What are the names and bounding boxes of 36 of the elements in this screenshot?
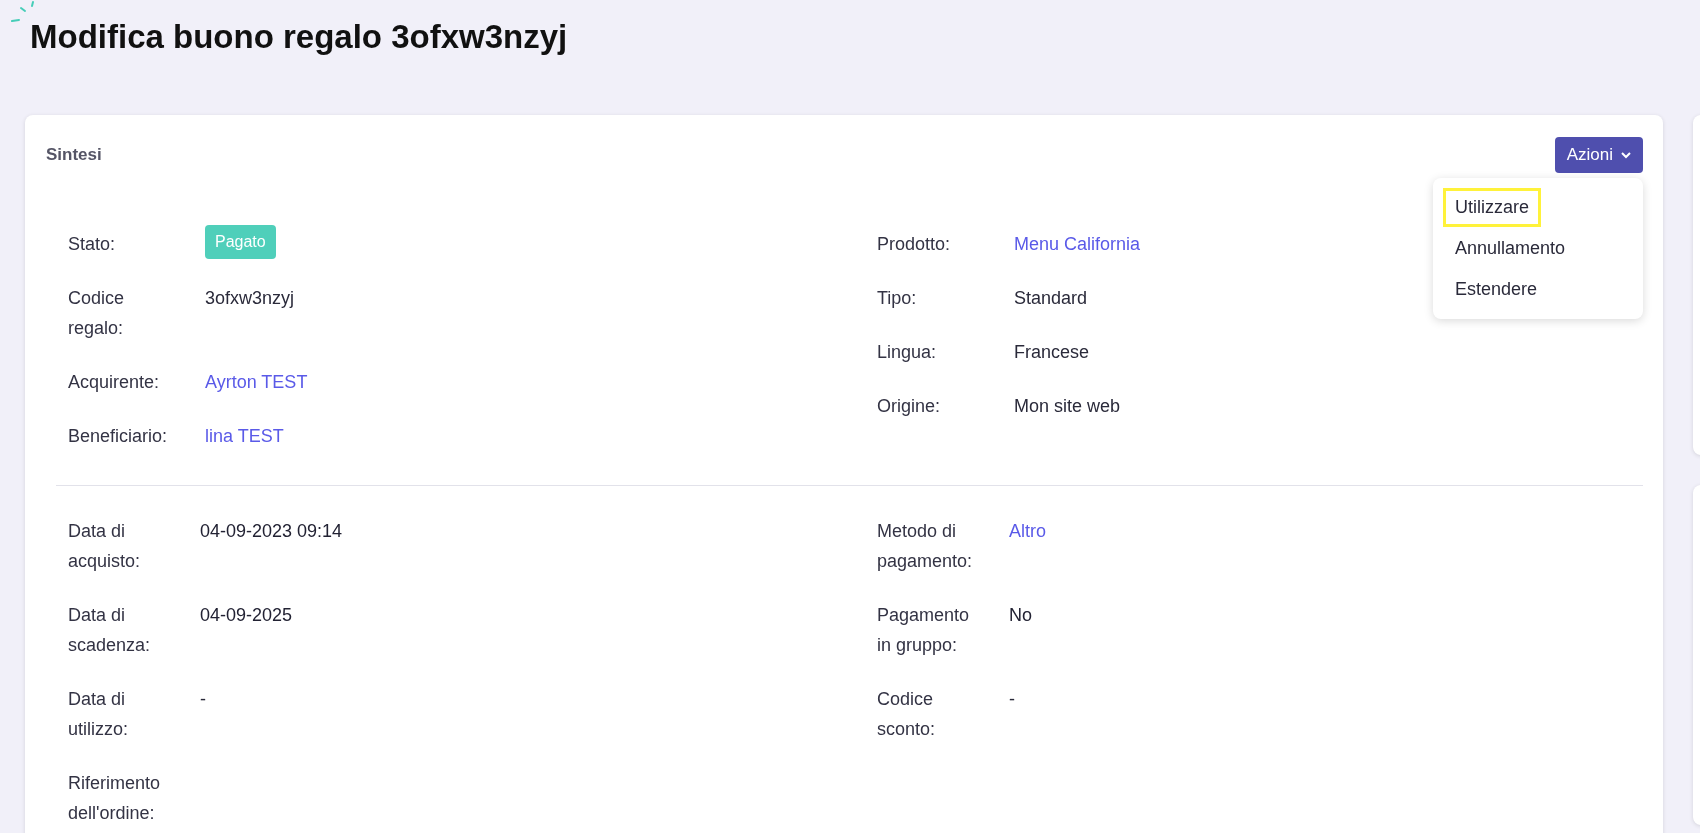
field-label: Beneficiario: bbox=[68, 425, 169, 448]
field-value: 3ofxw3nzyj bbox=[205, 287, 295, 310]
menu-item[interactable]: Utilizzare bbox=[1443, 188, 1541, 227]
field-label: Stato: bbox=[68, 233, 117, 256]
field-label: Pagamento in gruppo: bbox=[877, 604, 971, 657]
field-link[interactable]: Menu California bbox=[1014, 229, 1141, 259]
field-value: Francese bbox=[1014, 341, 1090, 364]
field-link[interactable]: lina TEST bbox=[205, 421, 284, 451]
field-label: Tipo: bbox=[877, 287, 918, 310]
menu-item[interactable]: Annullamento bbox=[1443, 229, 1578, 268]
status-badge: Pagato bbox=[205, 225, 276, 259]
page-title: Modifica buono regalo 3ofxw3nzyj bbox=[30, 18, 568, 56]
field-link[interactable]: Ayrton TEST bbox=[205, 367, 308, 397]
field-value: - bbox=[1009, 688, 1015, 711]
actions-button[interactable]: Azioni bbox=[1554, 137, 1643, 173]
field-label: Data di utilizzo: bbox=[68, 688, 130, 741]
field-value: Mon site web bbox=[1014, 395, 1121, 418]
field-value: 04-09-2025 bbox=[200, 604, 293, 627]
field-label: Data di acquisto: bbox=[68, 520, 142, 573]
field-label: Riferimento dell'ordine: bbox=[68, 772, 162, 825]
caret-icon bbox=[1621, 151, 1631, 159]
field-value: - bbox=[200, 688, 206, 711]
menu-item[interactable]: Estendere bbox=[1443, 270, 1550, 309]
field-label: Origine: bbox=[877, 395, 942, 418]
field-value: 04-09-2023 09:14 bbox=[200, 520, 343, 543]
field-label: Prodotto: bbox=[877, 233, 952, 256]
field-label: Codice sconto: bbox=[877, 688, 937, 741]
field-label: Codice regalo: bbox=[68, 287, 126, 340]
field-label: Lingua: bbox=[877, 341, 938, 364]
field-label: Acquirente: bbox=[68, 371, 161, 394]
field-link[interactable]: Altro bbox=[1009, 516, 1046, 576]
field-value: No bbox=[1009, 604, 1032, 627]
field-label: Data di scadenza: bbox=[68, 604, 152, 657]
field-label: Metodo di pagamento: bbox=[877, 520, 974, 573]
field-value: Standard bbox=[1014, 287, 1088, 310]
card-title: Sintesi bbox=[46, 145, 102, 165]
